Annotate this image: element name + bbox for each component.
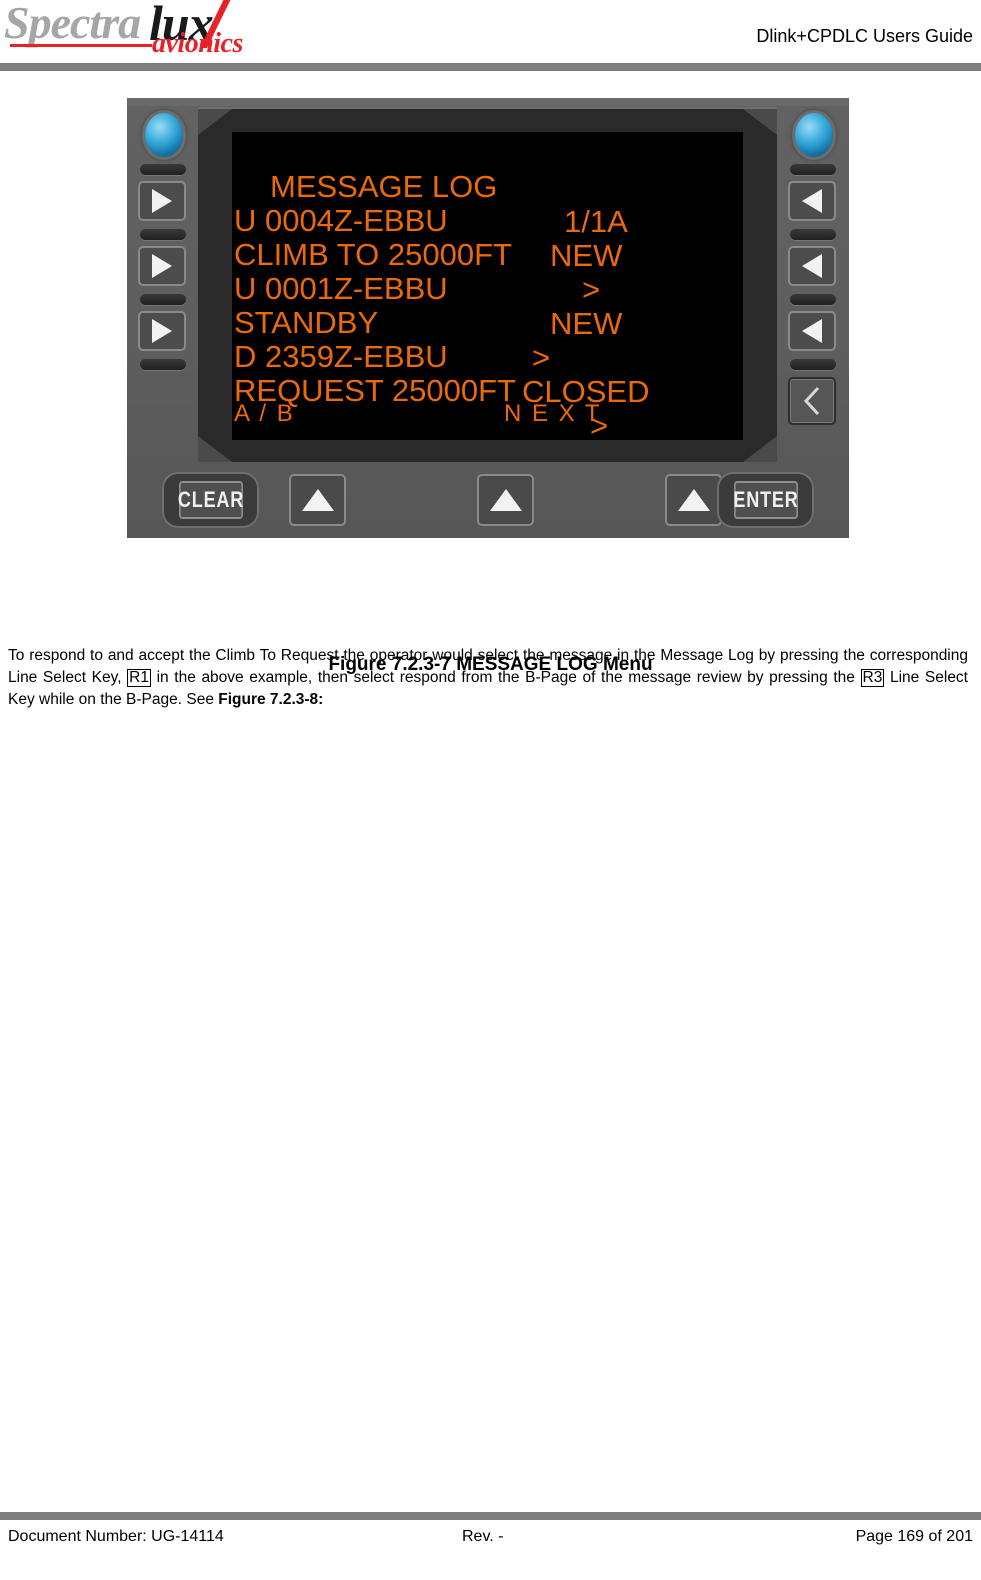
- key-reference-r1: R1: [127, 669, 151, 687]
- arrow-left-icon: [802, 319, 822, 343]
- footer-document-number: Document Number: UG-14114: [8, 1528, 224, 1545]
- logo-text-avionics: avionics: [152, 28, 243, 59]
- bezel-bevel-bottom-left: [198, 436, 232, 462]
- body-text-part-2: in the above example, then select respon…: [150, 669, 861, 686]
- scroll-up-button-2[interactable]: [477, 474, 534, 526]
- key-reference-r3: R3: [860, 669, 885, 687]
- logo-text-spectra: Spectra: [4, 0, 141, 48]
- lsk-l1-button[interactable]: [138, 181, 186, 221]
- scroll-up-button-1[interactable]: [289, 474, 346, 526]
- page-footer: Document Number: UG-14114 Rev. - Page 16…: [0, 1528, 981, 1558]
- arrow-left-icon: [802, 254, 822, 278]
- lsk-l3-button[interactable]: [138, 311, 186, 351]
- lsk-r1-button[interactable]: [788, 181, 836, 221]
- screen-row-5[interactable]: D 2359Z-EBBU CLOSED: [232, 304, 743, 409]
- arrow-up-icon: [301, 489, 334, 511]
- right-status-lamp[interactable]: [795, 113, 833, 157]
- lsk-r3-button[interactable]: [788, 311, 836, 351]
- left-key-column: [132, 107, 194, 465]
- bottom-button-row: CLEAR ENTER: [127, 470, 849, 532]
- screen-row-2[interactable]: CLIMB TO 25000FT >: [232, 202, 743, 307]
- screen-row-3[interactable]: U 0001Z-EBBU NEW: [232, 236, 743, 341]
- logo-red-rule: [10, 44, 152, 47]
- right-bar-2: [790, 229, 836, 240]
- arrow-up-icon: [489, 489, 522, 511]
- arrow-up-icon: [677, 489, 710, 511]
- header-title: Dlink+CPDLC Users Guide: [756, 26, 973, 46]
- left-status-lamp[interactable]: [145, 113, 183, 157]
- screen-row-4[interactable]: STANDBY >: [232, 270, 743, 375]
- cdu-screen: MESSAGE LOG 1/1A U 0004Z-EBBU NEW CLIMB …: [232, 132, 743, 440]
- screen-footer-right[interactable]: N E X T: [504, 400, 602, 428]
- right-bar-4: [790, 359, 836, 370]
- screen-title-row: MESSAGE LOG 1/1A: [232, 134, 743, 239]
- enter-button-label: ENTER: [733, 481, 798, 519]
- bezel-bevel-bottom-right: [743, 436, 777, 462]
- chevron-left-icon: [803, 386, 820, 416]
- arrow-right-icon: [152, 189, 172, 213]
- left-bar-2: [140, 229, 186, 240]
- scroll-up-button-3[interactable]: [665, 474, 722, 526]
- screen-footer-left[interactable]: A / B: [234, 400, 295, 428]
- right-key-column: [782, 107, 844, 465]
- bezel-bevel-top-right: [743, 109, 777, 135]
- right-bar-3: [790, 294, 836, 305]
- screen-bezel: MESSAGE LOG 1/1A U 0004Z-EBBU NEW CLIMB …: [198, 107, 777, 462]
- body-paragraph: To respond to and accept the Climb To Re…: [8, 645, 968, 711]
- back-chevron-button[interactable]: [788, 377, 836, 425]
- page-header: Spectra lux avionics Dlink+CPDLC Users G…: [0, 0, 981, 72]
- left-bar-3: [140, 294, 186, 305]
- cdu-top-highlight: [127, 98, 849, 106]
- footer-divider: [0, 1512, 981, 1520]
- cdu-device: MESSAGE LOG 1/1A U 0004Z-EBBU NEW CLIMB …: [127, 98, 849, 538]
- lsk-r2-button[interactable]: [788, 246, 836, 286]
- header-divider: [0, 63, 981, 71]
- enter-button[interactable]: ENTER: [717, 472, 814, 528]
- bezel-bevel-top-left: [198, 109, 232, 135]
- footer-revision: Rev. -: [462, 1528, 504, 1545]
- right-bar-1: [790, 164, 836, 175]
- screen-row-1[interactable]: U 0004Z-EBBU NEW: [232, 168, 743, 273]
- clear-button-label: CLEAR: [177, 481, 243, 519]
- arrow-left-icon: [802, 189, 822, 213]
- left-bar-1: [140, 164, 186, 175]
- left-bar-4: [140, 359, 186, 370]
- arrow-right-icon: [152, 319, 172, 343]
- figure-reference-link: Figure 7.2.3-8:: [218, 691, 324, 708]
- screen-row-6[interactable]: REQUEST 25000FT >: [232, 338, 743, 440]
- lsk-l2-button[interactable]: [138, 246, 186, 286]
- spectralux-logo: Spectra lux avionics: [4, 0, 274, 66]
- arrow-right-icon: [152, 254, 172, 278]
- footer-page-number: Page 169 of 201: [855, 1528, 973, 1545]
- clear-button[interactable]: CLEAR: [162, 472, 259, 528]
